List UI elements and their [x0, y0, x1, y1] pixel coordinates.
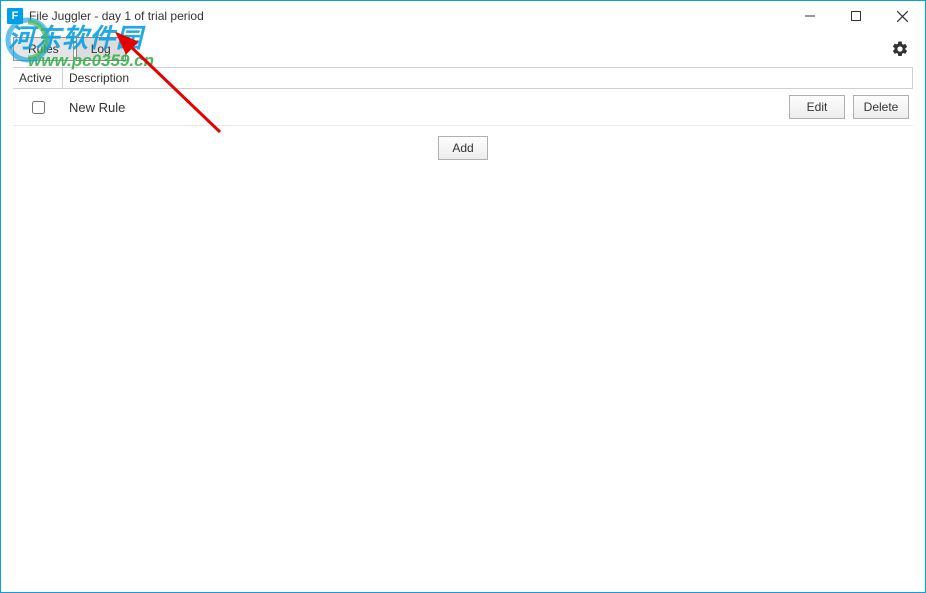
- toolbar: Rules Log: [1, 31, 925, 67]
- add-button[interactable]: Add: [438, 136, 488, 160]
- edit-button[interactable]: Edit: [789, 95, 845, 119]
- column-header-description[interactable]: Description: [63, 68, 913, 88]
- app-icon: F: [7, 8, 23, 24]
- window-title: File Juggler - day 1 of trial period: [29, 9, 204, 23]
- delete-button[interactable]: Delete: [853, 95, 909, 119]
- row-actions: Edit Delete: [789, 95, 913, 119]
- titlebar: F File Juggler - day 1 of trial period: [1, 1, 925, 31]
- tab-log[interactable]: Log: [76, 37, 126, 61]
- active-checkbox[interactable]: [32, 101, 45, 114]
- content-area: Active Description New Rule Edit Delete …: [13, 67, 913, 580]
- window-controls: [787, 1, 925, 31]
- maximize-button[interactable]: [833, 1, 879, 31]
- app-window: F File Juggler - day 1 of trial period R…: [0, 0, 926, 593]
- list-body: New Rule Edit Delete: [13, 89, 913, 126]
- settings-button[interactable]: [891, 40, 909, 58]
- close-button[interactable]: [879, 1, 925, 31]
- table-row[interactable]: New Rule Edit Delete: [13, 89, 913, 125]
- add-row: Add: [13, 126, 913, 170]
- tab-rules[interactable]: Rules: [13, 37, 74, 61]
- row-description: New Rule: [63, 100, 789, 115]
- column-header-active[interactable]: Active: [13, 68, 63, 88]
- row-active-cell: [13, 101, 63, 114]
- minimize-button[interactable]: [787, 1, 833, 31]
- list-header: Active Description: [13, 67, 913, 89]
